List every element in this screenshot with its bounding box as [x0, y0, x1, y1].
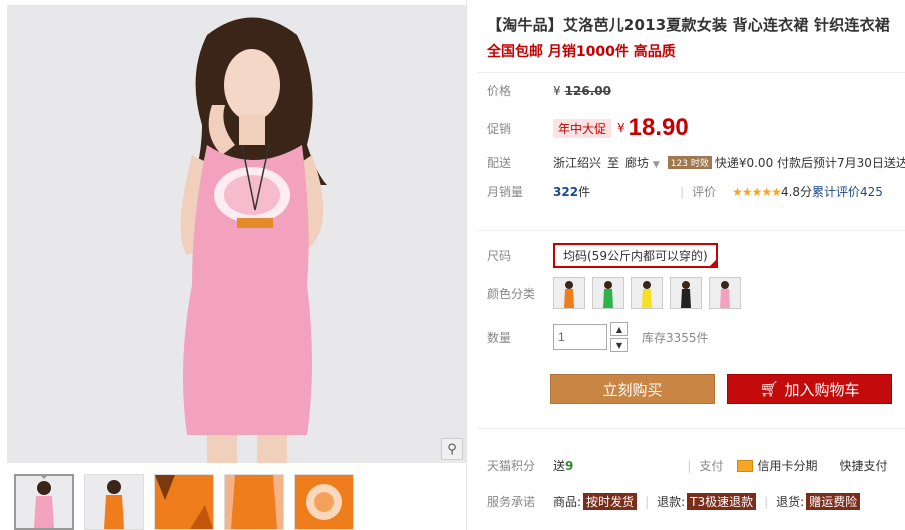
points-value: 9 [565, 458, 574, 473]
buy-now-button[interactable]: 立刻购买 [550, 374, 715, 404]
sales-label: 月销量 [487, 185, 524, 199]
ship-to-select[interactable]: 廊坊 ▼ [625, 154, 660, 171]
increment-button[interactable]: ▲ [610, 322, 628, 336]
service-label: 服务承诺 [487, 495, 536, 509]
chevron-down-icon: ▼ [652, 160, 660, 170]
size-option[interactable]: 均码(59公斤内都可以穿的) [553, 243, 718, 268]
color-swatch-black[interactable] [670, 277, 702, 309]
shipping-fee: 快递¥0.00 付款后预计7月30日送达 [714, 156, 905, 170]
service-row: 服务承诺 商品: 按时发货 | 退款: T3极速退款 | 退货: 赠运费险 [487, 493, 861, 510]
color-swatch-pink[interactable] [709, 277, 741, 309]
quantity-input[interactable] [553, 324, 607, 350]
thumbnail-pink[interactable] [14, 474, 74, 530]
main-product-image[interactable]: ⚲ [7, 5, 466, 463]
goods-label: 商品: [553, 495, 582, 509]
quantity-label: 数量 [487, 330, 512, 345]
size-row: 尺码 均码(59公斤内都可以穿的) [487, 243, 718, 268]
thumbnail-print-detail[interactable] [294, 474, 354, 530]
divider [477, 72, 905, 73]
cart-icon: 🛒︎ [759, 380, 779, 398]
ship-from: 浙江绍兴 [553, 156, 602, 170]
separator: | [645, 494, 650, 509]
refund-label: 退款: [657, 495, 686, 509]
price-row: 价格 ¥ 126.00 [487, 82, 611, 99]
sales-count: 322 [553, 184, 579, 199]
refund-tag[interactable]: T3极速退款 [687, 493, 757, 510]
thumbnail-orange-back[interactable] [224, 474, 284, 530]
separator: | [687, 458, 692, 473]
ship-to-word: 至 [607, 156, 620, 170]
price-label: 价格 [487, 84, 512, 98]
thumbnail-image [225, 475, 283, 529]
rating-label: 评价 [692, 185, 717, 199]
goods-tag[interactable]: 按时发货 [583, 493, 638, 510]
color-label: 颜色分类 [487, 286, 536, 301]
currency-symbol: ¥ [617, 121, 625, 135]
separator: | [764, 494, 769, 509]
vertical-divider [466, 0, 467, 530]
product-gallery: ⚲ [0, 0, 470, 530]
pay-label: 支付 [699, 459, 724, 473]
shipping-label: 配送 [487, 156, 512, 170]
size-label: 尺码 [487, 249, 512, 263]
color-swatch-green[interactable] [592, 277, 624, 309]
credit-installment[interactable]: 信用卡分期 [757, 457, 817, 474]
promo-row: 促销 年中大促 ¥ 18.90 [487, 114, 689, 142]
quick-pay[interactable]: 快捷支付 [839, 457, 887, 474]
sales-unit: 件 [578, 185, 591, 199]
separator: | [680, 184, 685, 199]
divider [477, 230, 905, 231]
rating-score: 4.8分 [780, 185, 813, 199]
thumbnail-image [295, 475, 353, 529]
thumbnail-orange-detail[interactable] [154, 474, 214, 530]
promo-badge: 年中大促 [553, 118, 612, 138]
color-swatch-orange[interactable] [553, 277, 585, 309]
thumbnail-image [85, 475, 143, 529]
color-row: 颜色分类 [487, 277, 748, 309]
points-text: 送 [553, 459, 566, 473]
rating-stars: ★★★★★ [732, 184, 782, 199]
product-title: 【淘牛品】艾洛芭儿2013夏款女装 背心连衣裙 针织连衣裙 [487, 16, 890, 34]
color-swatch-yellow[interactable] [631, 277, 663, 309]
delivery-time-badge: 123 时效 [667, 156, 712, 169]
product-subtitle: 全国包邮 月销1000件 高品质 [487, 44, 676, 60]
shipping-row: 配送 浙江绍兴 至 廊坊 ▼ 123 时效 快递¥0.00 付款后预计7月30日… [487, 154, 905, 171]
original-price: 126.00 [564, 83, 611, 98]
promo-price: 18.90 [628, 114, 689, 141]
credit-card-icon [737, 459, 754, 472]
points-row: 天猫积分 送 9 | 支付 信用卡分期 快捷支付 [487, 457, 887, 474]
thumbnail-orange[interactable] [84, 474, 144, 530]
return-label: 退货: [776, 495, 805, 509]
model-photo [7, 5, 466, 463]
thumbnail-strip [14, 474, 354, 530]
review-count-link[interactable]: 累计评价425 [812, 183, 883, 200]
currency-symbol: ¥ [553, 83, 561, 98]
quantity-stepper: ▲ ▼ [610, 322, 628, 352]
product-info: 【淘牛品】艾洛芭儿2013夏款女装 背心连衣裙 针织连衣裙 全国包邮 月销100… [487, 14, 905, 61]
sales-row: 月销量 322 件 | 评价 ★★★★★ 4.8分 累计评价425 [487, 183, 883, 200]
thumbnail-image [155, 475, 213, 529]
divider [477, 428, 905, 429]
promo-label: 促销 [487, 121, 512, 136]
stock-text: 库存3355件 [642, 330, 709, 345]
add-to-cart-button[interactable]: 🛒︎ 加入购物车 [727, 374, 892, 404]
return-tag[interactable]: 赠运费险 [806, 493, 861, 510]
quantity-row: 数量 ▲ ▼ 库存3355件 [487, 322, 709, 352]
thumbnail-image [16, 476, 72, 528]
add-to-cart-label: 加入购物车 [784, 380, 860, 399]
buy-now-label: 立刻购买 [602, 380, 663, 399]
points-label: 天猫积分 [487, 459, 536, 473]
ship-to-city: 廊坊 [625, 156, 650, 170]
decrement-button[interactable]: ▼ [610, 338, 628, 352]
zoom-icon[interactable]: ⚲ [441, 438, 463, 460]
